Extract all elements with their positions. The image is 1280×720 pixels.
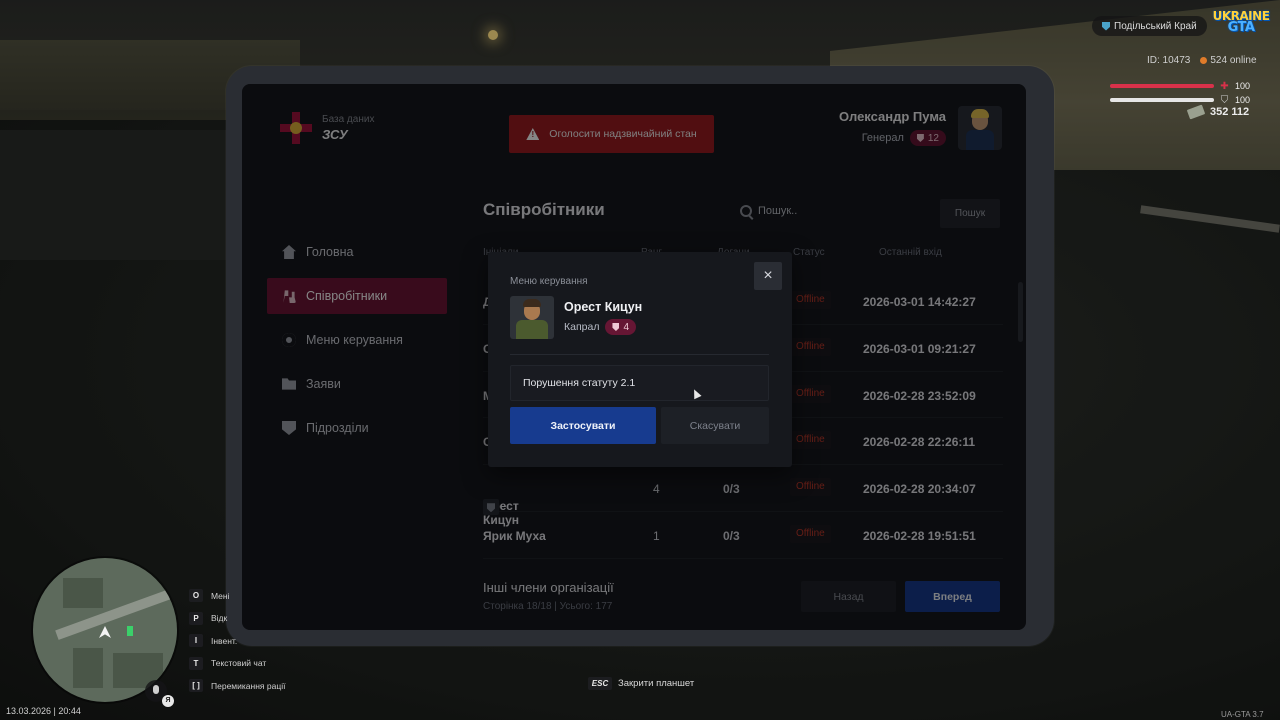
health-cross-icon: ✚ [1220, 80, 1229, 92]
close-tablet-hint: ESC Закрити планшет [588, 677, 694, 690]
player-id: ID: 10473 [1147, 55, 1191, 66]
key-cap: T [189, 656, 203, 670]
online-count-wrap: 524 online [1200, 55, 1257, 66]
keybind-row: P Відк [189, 611, 285, 625]
key-cap: I [189, 634, 203, 647]
keybind-hints: O Мені P Відк I Інвент. T Текстовий чат [ ] П… [189, 589, 285, 702]
date-time: 13.03.2026 | 20:44 [6, 706, 81, 716]
keybind-label: Перемикання рації [211, 680, 286, 691]
region-shield-icon [1102, 21, 1110, 31]
employee-rank-badge: 4 [605, 319, 637, 335]
keybind-label: Текстовий чат [211, 658, 267, 668]
region-name: Подільський Край [1114, 20, 1197, 32]
armor-stat: ⛉ 100 [1110, 95, 1250, 105]
keybind-row: T Текстовий чат [189, 656, 285, 670]
map-marker-icon [127, 626, 133, 636]
language-badge: Я [162, 695, 174, 707]
online-dot-icon [1200, 56, 1208, 64]
armor-bar-fill [1110, 98, 1214, 102]
cancel-button[interactable]: Скасувати [661, 407, 769, 444]
player-marker-icon [99, 626, 111, 638]
online-count: 524 online [1210, 55, 1257, 66]
keybind-row: O Мені [189, 589, 285, 602]
keybind-row: [ ] Перемикання рації [189, 679, 285, 692]
keybind-label: Мені [211, 590, 230, 601]
keybind-row: I Інвент. [189, 634, 285, 647]
reason-input[interactable] [510, 365, 769, 401]
key-cap: P [189, 611, 203, 625]
health-stat: ✚ 100 [1110, 81, 1250, 91]
keybind-label: Відк [211, 613, 228, 623]
esc-hint-label: Закрити планшет [618, 678, 695, 689]
health-bar [1110, 84, 1214, 88]
close-button[interactable]: × [754, 262, 782, 290]
player-info: ID: 10473 524 online [1147, 55, 1257, 66]
money-display: 352 112 [1186, 104, 1250, 120]
employee-name: Орест Кицун [564, 300, 643, 314]
armor-value: 100 [1235, 95, 1251, 105]
employee-rank: Капрал [564, 321, 600, 333]
money-icon [1186, 104, 1206, 120]
divider [510, 354, 769, 355]
employee-avatar [510, 296, 554, 339]
money-value: 352 112 [1210, 106, 1250, 118]
health-value: 100 [1235, 81, 1251, 91]
game-logo: UKRAINE GTA [1212, 10, 1270, 40]
employee-rank-line: Капрал 4 [564, 319, 637, 335]
rank-shield-icon [612, 323, 620, 331]
region-indicator: Подільський Край [1092, 16, 1207, 36]
key-cap: O [189, 589, 203, 602]
armor-shield-icon: ⛉ [1220, 94, 1229, 106]
keybind-label: Інвент. [211, 635, 238, 646]
modal-title: Меню керування [510, 276, 588, 287]
employee-rank-level: 4 [623, 321, 630, 333]
game-version: UA-GTA 3.7 [1221, 710, 1264, 719]
key-cap: [ ] [189, 679, 203, 692]
logo-bottom-text: GTA [1227, 20, 1255, 35]
apply-button[interactable]: Застосувати [510, 407, 656, 444]
armor-bar [1110, 98, 1214, 102]
control-menu-modal: Меню керування × Орест Кицун Капрал 4 За… [488, 252, 792, 467]
health-bar-fill [1110, 84, 1214, 88]
esc-key: ESC [588, 677, 612, 690]
